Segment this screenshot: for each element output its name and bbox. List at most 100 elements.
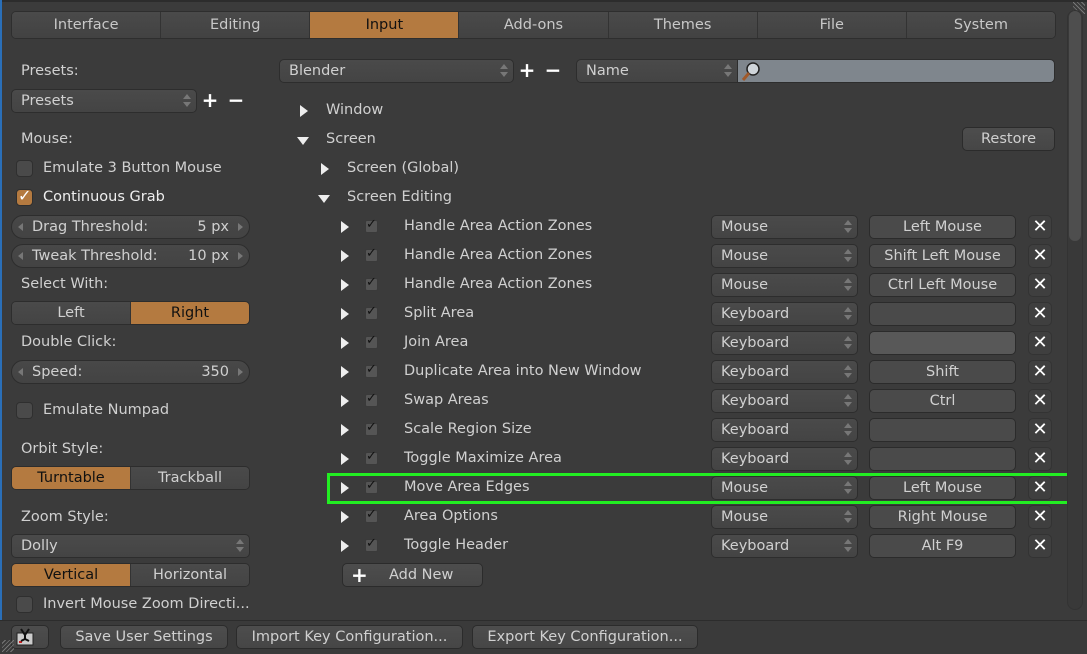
- input-type-dropdown[interactable]: Keyboard: [711, 418, 858, 442]
- double-click-speed-field[interactable]: Speed: 350: [11, 360, 250, 384]
- import-key-configuration-button[interactable]: Import Key Configuration...: [236, 625, 463, 649]
- decrement-arrow-icon[interactable]: [18, 252, 23, 260]
- key-binding-button[interactable]: [869, 418, 1016, 442]
- keymap-preset-dropdown[interactable]: Blender: [279, 59, 514, 83]
- input-type-dropdown[interactable]: Mouse: [711, 505, 858, 529]
- expand-arrow-icon[interactable]: [300, 105, 308, 117]
- remove-item-button[interactable]: ✕: [1028, 331, 1052, 355]
- emulate-numpad-checkbox[interactable]: [16, 402, 33, 419]
- remove-item-button[interactable]: ✕: [1028, 534, 1052, 558]
- expand-arrow-icon[interactable]: [341, 366, 349, 378]
- increment-arrow-icon[interactable]: [238, 223, 243, 231]
- scrollbar[interactable]: [1067, 10, 1083, 610]
- continuous-grab-checkbox[interactable]: [16, 186, 33, 206]
- drag-threshold-field[interactable]: Drag Threshold: 5 px: [11, 215, 250, 239]
- item-active-checkbox[interactable]: [365, 246, 378, 262]
- tweak-threshold-field[interactable]: Tweak Threshold: 10 px: [11, 244, 250, 268]
- input-type-dropdown[interactable]: Mouse: [711, 244, 858, 268]
- tab-input[interactable]: Input: [310, 12, 460, 38]
- key-binding-button[interactable]: Ctrl: [869, 389, 1016, 413]
- select-right-button[interactable]: Right: [131, 302, 249, 324]
- tree-screen[interactable]: Screen: [326, 131, 376, 147]
- filter-type-dropdown[interactable]: Name: [576, 59, 738, 83]
- restore-button[interactable]: Restore: [962, 127, 1055, 151]
- tree-screen-editing[interactable]: Screen Editing: [347, 189, 452, 205]
- input-type-dropdown[interactable]: Keyboard: [711, 534, 858, 558]
- tab-file[interactable]: File: [757, 12, 907, 38]
- item-active-checkbox[interactable]: [365, 449, 378, 465]
- input-type-dropdown[interactable]: Mouse: [711, 273, 858, 297]
- key-binding-button[interactable]: [869, 447, 1016, 471]
- add-new-button[interactable]: + Add New: [342, 563, 483, 587]
- expand-arrow-icon[interactable]: [341, 453, 349, 465]
- keymap-search-input[interactable]: [737, 59, 1055, 83]
- expand-arrow-icon[interactable]: [341, 279, 349, 291]
- key-binding-button[interactable]: Shift Left Mouse: [869, 244, 1016, 268]
- remove-item-button[interactable]: ✕: [1028, 215, 1052, 239]
- zoom-style-dropdown[interactable]: Dolly: [11, 534, 250, 558]
- decrement-arrow-icon[interactable]: [18, 368, 23, 376]
- remove-item-button[interactable]: ✕: [1028, 244, 1052, 268]
- input-type-dropdown[interactable]: Keyboard: [711, 447, 858, 471]
- item-active-checkbox[interactable]: [365, 536, 378, 552]
- remove-item-button[interactable]: ✕: [1028, 302, 1052, 326]
- tree-screen-global[interactable]: Screen (Global): [347, 160, 459, 176]
- expand-arrow-icon[interactable]: [341, 540, 349, 552]
- input-type-dropdown[interactable]: Keyboard: [711, 389, 858, 413]
- scrollbar-thumb[interactable]: [1069, 11, 1081, 241]
- tab-interface[interactable]: Interface: [12, 12, 162, 38]
- invert-zoom-checkbox[interactable]: [16, 596, 33, 613]
- tab-system[interactable]: System: [906, 12, 1055, 38]
- expand-arrow-icon[interactable]: [341, 221, 349, 233]
- remove-item-button[interactable]: ✕: [1028, 360, 1052, 384]
- presets-dropdown[interactable]: Presets: [11, 89, 197, 113]
- key-binding-button[interactable]: Shift: [869, 360, 1016, 384]
- input-type-dropdown[interactable]: Keyboard: [711, 331, 858, 355]
- emulate-3-button-checkbox[interactable]: [16, 160, 33, 177]
- editor-type-menu[interactable]: [11, 625, 49, 649]
- tree-window[interactable]: Window: [326, 102, 383, 118]
- zoom-vertical-button[interactable]: Vertical: [12, 564, 131, 586]
- remove-keymap-preset-button[interactable]: −: [540, 59, 566, 83]
- item-active-checkbox[interactable]: [365, 420, 378, 436]
- tab-themes[interactable]: Themes: [608, 12, 758, 38]
- key-binding-button[interactable]: Alt F9: [869, 534, 1016, 558]
- remove-preset-button[interactable]: −: [223, 89, 249, 113]
- expand-arrow-icon[interactable]: [341, 250, 349, 262]
- key-binding-button[interactable]: Left Mouse: [869, 215, 1016, 239]
- expand-arrow-icon[interactable]: [341, 395, 349, 407]
- collapse-arrow-icon[interactable]: [297, 137, 309, 145]
- remove-item-button[interactable]: ✕: [1028, 389, 1052, 413]
- expand-arrow-icon[interactable]: [341, 308, 349, 320]
- expand-arrow-icon[interactable]: [341, 337, 349, 349]
- key-binding-button[interactable]: [869, 331, 1016, 355]
- add-preset-button[interactable]: +: [197, 89, 223, 113]
- increment-arrow-icon[interactable]: [238, 252, 243, 260]
- input-type-dropdown[interactable]: Mouse: [711, 215, 858, 239]
- expand-arrow-icon[interactable]: [341, 424, 349, 436]
- zoom-horizontal-button[interactable]: Horizontal: [131, 564, 249, 586]
- item-active-checkbox[interactable]: [365, 333, 378, 349]
- remove-item-button[interactable]: ✕: [1028, 505, 1052, 529]
- decrement-arrow-icon[interactable]: [18, 223, 23, 231]
- key-binding-button[interactable]: Ctrl Left Mouse: [869, 273, 1016, 297]
- expand-arrow-icon[interactable]: [321, 163, 329, 175]
- collapse-arrow-icon[interactable]: [318, 195, 330, 203]
- remove-item-button[interactable]: ✕: [1028, 447, 1052, 471]
- tab-editing[interactable]: Editing: [161, 12, 311, 38]
- export-key-configuration-button[interactable]: Export Key Configuration...: [472, 625, 698, 649]
- area-corner-handle-icon[interactable]: [2, 640, 14, 652]
- key-binding-button[interactable]: [869, 302, 1016, 326]
- select-left-button[interactable]: Left: [12, 302, 131, 324]
- remove-item-button[interactable]: ✕: [1028, 418, 1052, 442]
- increment-arrow-icon[interactable]: [238, 368, 243, 376]
- tab-addons[interactable]: Add-ons: [459, 12, 609, 38]
- key-binding-button[interactable]: Right Mouse: [869, 505, 1016, 529]
- item-active-checkbox[interactable]: [365, 391, 378, 407]
- expand-arrow-icon[interactable]: [341, 511, 349, 523]
- remove-item-button[interactable]: ✕: [1028, 273, 1052, 297]
- item-active-checkbox[interactable]: [365, 507, 378, 523]
- orbit-trackball-button[interactable]: Trackball: [131, 467, 249, 489]
- item-active-checkbox[interactable]: [365, 362, 378, 378]
- add-keymap-preset-button[interactable]: +: [514, 59, 540, 83]
